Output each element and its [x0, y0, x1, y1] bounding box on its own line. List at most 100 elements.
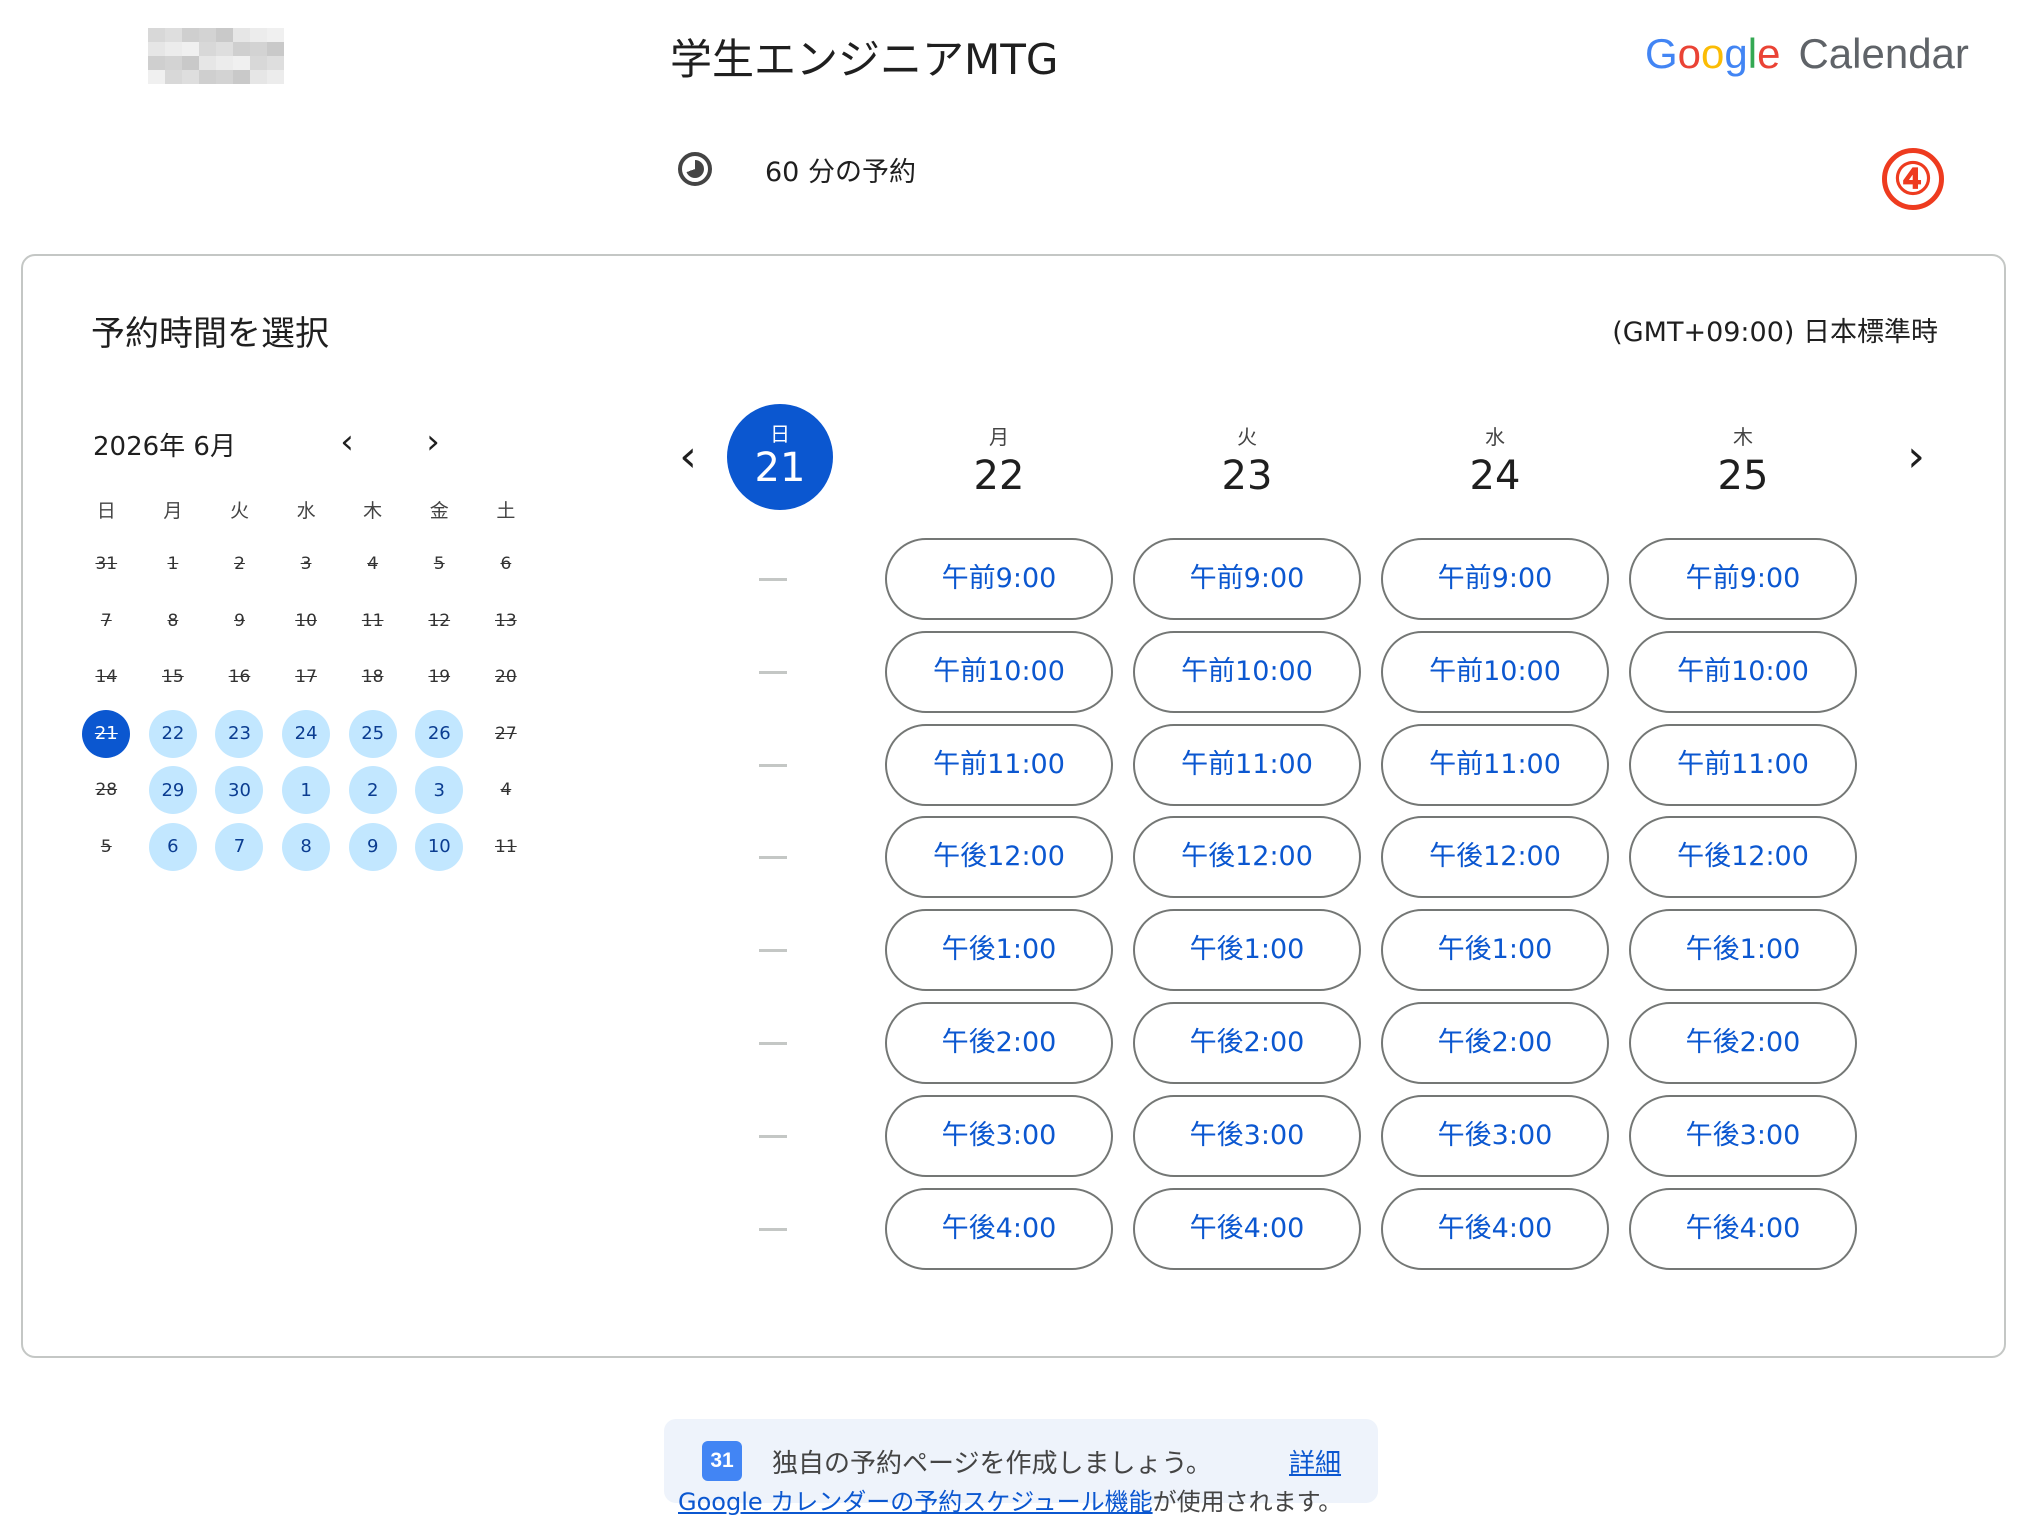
logo-letter: o — [1677, 30, 1702, 77]
available-day[interactable]: 7 — [215, 822, 264, 871]
time-slot-button[interactable]: 午前9:00 — [1629, 538, 1857, 620]
no-slot-dash — [759, 856, 787, 860]
month-label: 2026年 6月 — [93, 432, 236, 462]
time-slot-button[interactable]: 午後12:00 — [1133, 816, 1361, 899]
time-slot-button[interactable]: 午前11:00 — [885, 723, 1113, 806]
card-title: 予約時間を選択 — [91, 314, 329, 354]
blur-pixel — [148, 56, 165, 70]
available-day[interactable]: 2 — [348, 766, 397, 815]
column-date: 24 — [1469, 453, 1521, 499]
available-day[interactable]: 8 — [282, 822, 331, 871]
time-slot-button[interactable]: 午前9:00 — [1381, 538, 1609, 620]
blur-pixel — [250, 56, 267, 70]
time-slot-button[interactable]: 午後3:00 — [1133, 1094, 1361, 1177]
time-slot-button[interactable]: 午後12:00 — [1381, 816, 1609, 899]
available-day[interactable]: 23 — [215, 709, 264, 758]
time-slot-button[interactable]: 午後4:00 — [1381, 1187, 1609, 1270]
available-day[interactable]: 25 — [348, 709, 397, 758]
blur-pixel — [165, 56, 182, 70]
today-date: 日 21 — [727, 404, 833, 510]
time-slot-button[interactable]: 午後2:00 — [885, 1002, 1113, 1084]
clock-icon — [678, 152, 712, 186]
time-slot-button[interactable]: 午後1:00 — [1133, 909, 1361, 992]
unavailable-day: 11 — [495, 836, 517, 857]
time-slot-button[interactable]: 午前11:00 — [1381, 723, 1609, 806]
blur-pixel — [233, 28, 250, 42]
time-slot-button[interactable]: 午後1:00 — [1381, 909, 1609, 992]
time-slot-button[interactable]: 午後2:00 — [1133, 1002, 1361, 1084]
chevron-right-icon[interactable]: › — [411, 420, 455, 464]
logo-letter: o — [1701, 30, 1725, 77]
blur-pixel — [267, 28, 284, 42]
available-day[interactable]: 1 — [282, 766, 331, 815]
timezone-label[interactable]: (GMT+09:00) 日本標準時 — [1612, 310, 1938, 349]
day-column: 月 22 午前9:00 午前10:00 午前11:00 午後12:00 午後1:00 午後2:… — [885, 421, 1113, 1270]
unavailable-day: 27 — [495, 723, 517, 744]
unavailable-day: 5 — [433, 554, 445, 574]
blur-pixel — [216, 56, 233, 70]
time-slot-button[interactable]: 午後12:00 — [885, 816, 1113, 899]
time-slot-button[interactable]: 午後12:00 — [1629, 816, 1857, 899]
blur-pixel — [250, 42, 267, 56]
footer-suffix: が使用されます。 — [1152, 1488, 1343, 1516]
time-slot-button[interactable]: 午前10:00 — [1133, 630, 1361, 713]
blur-pixel — [267, 42, 284, 56]
available-day[interactable]: 22 — [148, 709, 197, 758]
time-slot-button[interactable]: 午後3:00 — [1629, 1094, 1857, 1177]
blur-pixel — [250, 70, 267, 84]
blurred-avatar — [148, 28, 284, 84]
google-calendar-logo: Google Calendar — [1645, 30, 1969, 78]
time-slot-button[interactable]: 午前9:00 — [885, 538, 1113, 620]
unavailable-day: 28 — [95, 780, 118, 801]
time-slot-button[interactable]: 午後4:00 — [885, 1187, 1113, 1270]
time-slot-button[interactable]: 午後4:00 — [1133, 1187, 1361, 1270]
day-column-header: 水 24 — [1381, 421, 1609, 499]
chevron-left-icon[interactable]: ‹ — [663, 426, 713, 486]
day-column-header: 火 23 — [1133, 421, 1361, 499]
details-link[interactable]: 詳細 — [1289, 1443, 1341, 1480]
blur-pixel — [216, 70, 233, 84]
chevron-right-icon[interactable]: › — [1891, 426, 1941, 486]
time-slot-button[interactable]: 午後1:00 — [885, 909, 1113, 992]
time-slot-button[interactable]: 午前10:00 — [1381, 630, 1609, 713]
no-slot-dash — [759, 1042, 787, 1045]
days-grid: 31 1 2 3 4 5 6 7 8 9 10 11 12 13 14 15 16 17 18 19 20 21 22 23 2… — [73, 540, 539, 880]
time-slot-button[interactable]: 午前11:00 — [1133, 723, 1361, 806]
chevron-left-icon[interactable]: ‹ — [325, 420, 369, 464]
time-slot-button[interactable]: 午前10:00 — [1629, 630, 1857, 713]
blur-pixel — [182, 42, 199, 56]
available-day[interactable]: 24 — [282, 709, 331, 758]
time-slot-button[interactable]: 午後1:00 — [1629, 909, 1857, 992]
time-slot-button[interactable]: 午前10:00 — [885, 630, 1113, 713]
time-slot-button[interactable]: 午前9:00 — [1133, 538, 1361, 620]
time-slot-button[interactable]: 午後3:00 — [885, 1094, 1113, 1177]
unavailable-day: 8 — [167, 610, 179, 631]
column-weekday: 木 — [1733, 425, 1753, 449]
available-day[interactable]: 29 — [148, 766, 197, 815]
blur-pixel — [199, 70, 216, 84]
column-weekday: 月 — [989, 425, 1009, 449]
available-day[interactable]: 30 — [215, 766, 264, 815]
available-day[interactable]: 10 — [415, 822, 464, 871]
time-slot-button[interactable]: 午後2:00 — [1381, 1002, 1609, 1084]
footer: Google カレンダーの予約スケジュール機能が使用されます。 — [678, 1482, 1342, 1517]
available-day[interactable]: 3 — [415, 766, 464, 815]
blur-pixel — [233, 70, 250, 84]
time-slot-button[interactable]: 午後4:00 — [1629, 1187, 1857, 1270]
booking-feature-link[interactable]: Google カレンダーの予約スケジュール機能 — [678, 1488, 1153, 1516]
selected-day[interactable]: 21 — [82, 709, 131, 758]
no-slot-dash — [759, 1227, 787, 1231]
weekday-label: 木 — [363, 500, 383, 522]
day-column-header: 木 25 — [1629, 421, 1857, 499]
promo-text: 独自の予約ページを作成しましょう。 — [772, 1449, 1212, 1479]
time-slot-button[interactable]: 午前11:00 — [1629, 723, 1857, 806]
today-weekday: 日 — [770, 422, 790, 446]
available-day[interactable]: 9 — [348, 822, 397, 871]
blur-pixel — [165, 28, 182, 42]
time-slot-button[interactable]: 午後2:00 — [1629, 1002, 1857, 1084]
available-day[interactable]: 6 — [148, 822, 197, 871]
no-slot-dash — [759, 949, 787, 953]
available-day[interactable]: 26 — [415, 709, 464, 758]
time-slot-button[interactable]: 午後3:00 — [1381, 1094, 1609, 1177]
weekday-label: 月 — [163, 500, 183, 522]
